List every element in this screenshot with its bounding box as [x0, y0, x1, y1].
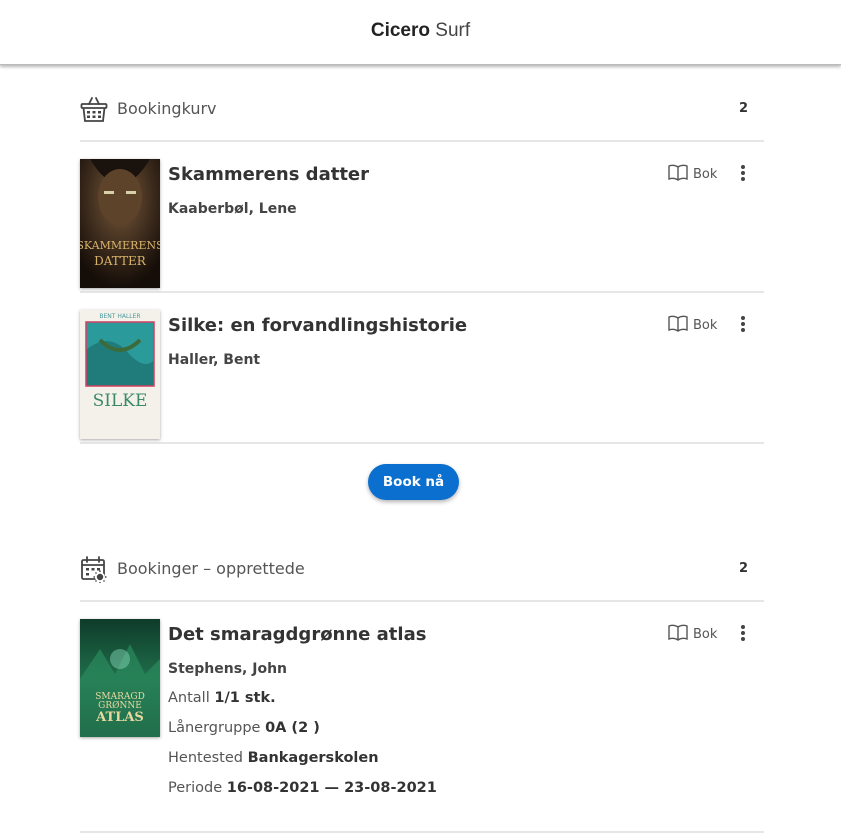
more-options-button[interactable]: [732, 162, 754, 186]
list-item[interactable]: BENT HALLER SILKE Silke: en forvandlings…: [80, 293, 764, 444]
book-cover-image[interactable]: SMARAGD GRØNNE ATLAS: [80, 619, 160, 737]
more-vert-icon: [741, 625, 745, 629]
booking-quantity: Antall 1/1 stk.: [168, 690, 276, 706]
book-author[interactable]: Haller, Bent: [168, 352, 260, 368]
app-bar: Cicero Surf: [0, 0, 841, 65]
cover-title-text: SILKE: [93, 391, 148, 411]
calendar-icon: [81, 556, 107, 583]
booking-pickup-location: Hentested Bankagerskolen: [168, 750, 379, 766]
book-author[interactable]: Kaaberbøl, Lene: [168, 201, 297, 217]
material-type-label: Bok: [693, 627, 718, 642]
period-value: 16-08-2021 — 23-08-2021: [226, 780, 437, 796]
more-vert-icon: [741, 165, 745, 169]
open-book-icon: [668, 315, 688, 332]
bookings-created-title: Bookinger – opprettede: [117, 559, 305, 578]
booking-basket-count: 2: [738, 101, 748, 116]
open-book-icon: [668, 624, 688, 641]
list-item[interactable]: SMARAGD GRØNNE ATLAS Det smaragdgrønne a…: [80, 602, 764, 833]
period-label: Periode: [168, 780, 223, 796]
more-options-button[interactable]: [732, 622, 754, 646]
material-type-label: Bok: [693, 318, 718, 333]
basket-icon: [80, 97, 108, 122]
cover-title-text: SKAMMERENS: [80, 239, 160, 252]
booking-basket-section: Bookingkurv 2 SKAMMERENS DATTER Skammere…: [80, 80, 764, 444]
open-book-icon: [668, 164, 688, 181]
app-title-light: Surf: [435, 20, 471, 41]
booking-basket-header: Bookingkurv 2: [80, 80, 764, 142]
quantity-label: Antall: [168, 690, 210, 706]
pickup-location-value: Bankagerskolen: [247, 750, 379, 766]
book-author[interactable]: Stephens, John: [168, 661, 287, 677]
bookings-created-header: Bookinger – opprettede 2: [80, 540, 764, 602]
booking-period: Periode 16-08-2021 — 23-08-2021: [168, 780, 437, 796]
app-title: Cicero Surf: [0, 20, 841, 42]
material-type-label: Bok: [693, 167, 718, 182]
borrower-group-value: 0A (2 ): [265, 720, 320, 736]
bookings-created-section: Bookinger – opprettede 2 SMARAGD GRØNNE …: [80, 540, 764, 833]
book-cover-image[interactable]: SKAMMERENS DATTER: [80, 159, 160, 288]
borrower-group-label: Lånergruppe: [168, 720, 261, 736]
bookings-created-count: 2: [738, 561, 748, 576]
book-title[interactable]: Silke: en forvandlingshistorie: [168, 315, 467, 336]
more-options-button[interactable]: [732, 313, 754, 337]
cover-title-text: ATLAS: [95, 710, 144, 725]
quantity-value: 1/1 stk.: [214, 690, 276, 706]
pickup-location-label: Hentested: [168, 750, 243, 766]
book-title[interactable]: Det smaragdgrønne atlas: [168, 624, 426, 645]
book-now-button[interactable]: Book nå: [368, 464, 459, 500]
app-title-bold: Cicero: [370, 20, 430, 41]
book-cover-image[interactable]: BENT HALLER SILKE: [80, 310, 160, 439]
cover-title-text: DATTER: [94, 254, 147, 268]
list-item[interactable]: SKAMMERENS DATTER Skammerens datter Kaab…: [80, 142, 764, 293]
more-vert-icon: [741, 316, 745, 320]
booking-borrower-group: Lånergruppe 0A (2 ): [168, 720, 320, 736]
svg-text:BENT HALLER: BENT HALLER: [99, 313, 140, 320]
book-title[interactable]: Skammerens datter: [168, 164, 369, 185]
booking-basket-title: Bookingkurv: [117, 99, 217, 118]
